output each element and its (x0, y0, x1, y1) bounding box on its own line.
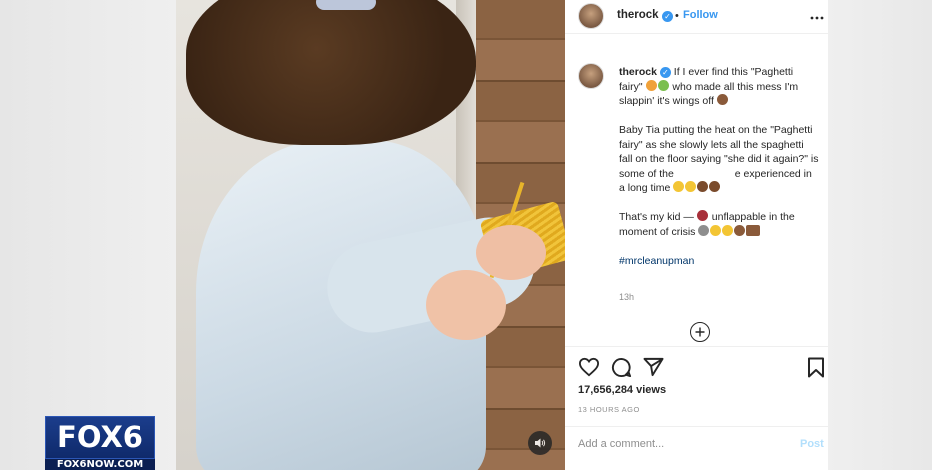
post-caption: therock ✓ If I ever find this "Paghetti … (619, 65, 819, 283)
hashtag-link[interactable]: #mrcleanupman (619, 255, 694, 267)
heart-emoji-icon (696, 210, 708, 221)
fist-emoji-icon (697, 181, 709, 192)
verified-badge-icon: ✓ (659, 67, 671, 78)
video-hair-bow (316, 0, 376, 10)
laughing-emoji-icon (710, 224, 722, 236)
background-left (0, 0, 176, 470)
caption-text: That's my kid — (619, 211, 694, 223)
station-url: FOX6NOW.COM (45, 459, 155, 470)
video-child-hair (186, 0, 476, 145)
thumbs-up-emoji-icon (734, 224, 746, 236)
share-icon[interactable] (643, 357, 664, 377)
fist-emoji-icon (709, 181, 721, 192)
spaghetti-emoji-icon (645, 79, 657, 91)
post-timestamp: 13 HOURS AGO (578, 405, 640, 414)
laughing-emoji-icon (722, 224, 734, 236)
fairy-emoji-icon (657, 79, 669, 91)
load-more-comments-button[interactable] (690, 322, 710, 342)
heart-icon[interactable] (578, 357, 600, 377)
more-options-button[interactable] (810, 8, 824, 24)
author-avatar[interactable] (578, 3, 604, 29)
bookmark-icon[interactable] (807, 357, 825, 378)
pointing-emoji-icon (746, 224, 761, 236)
station-logo-text: FOX6 (45, 416, 155, 459)
follow-button[interactable]: Follow (683, 9, 718, 21)
comment-input[interactable]: Add a comment... (578, 438, 664, 450)
hand-emoji-icon (716, 94, 728, 105)
verified-badge-icon: ✓ (662, 11, 673, 22)
video-child-hand (476, 225, 546, 280)
follow-separator: • (675, 10, 679, 22)
caption-username[interactable]: therock (619, 66, 657, 78)
skull-emoji-icon (698, 224, 710, 236)
caption-avatar[interactable] (578, 63, 604, 89)
post-video[interactable] (176, 0, 565, 470)
caption-time: 13h (619, 292, 635, 302)
station-logo: FOX6 FOX6NOW.COM (45, 416, 155, 470)
obscured-text (676, 168, 735, 179)
sound-toggle-button[interactable] (528, 431, 552, 455)
laughing-emoji-icon (685, 181, 697, 192)
laughing-emoji-icon (673, 181, 685, 192)
background-right (828, 0, 932, 470)
comment-icon[interactable] (611, 357, 632, 378)
sound-icon (535, 438, 546, 448)
video-child-hand (426, 270, 506, 340)
plus-circle-icon (695, 327, 705, 337)
post-comment-button[interactable]: Post (800, 438, 824, 450)
view-count[interactable]: 17,656,284 views (578, 384, 666, 396)
more-options-icon (810, 16, 824, 20)
author-username[interactable]: therock (617, 9, 659, 21)
